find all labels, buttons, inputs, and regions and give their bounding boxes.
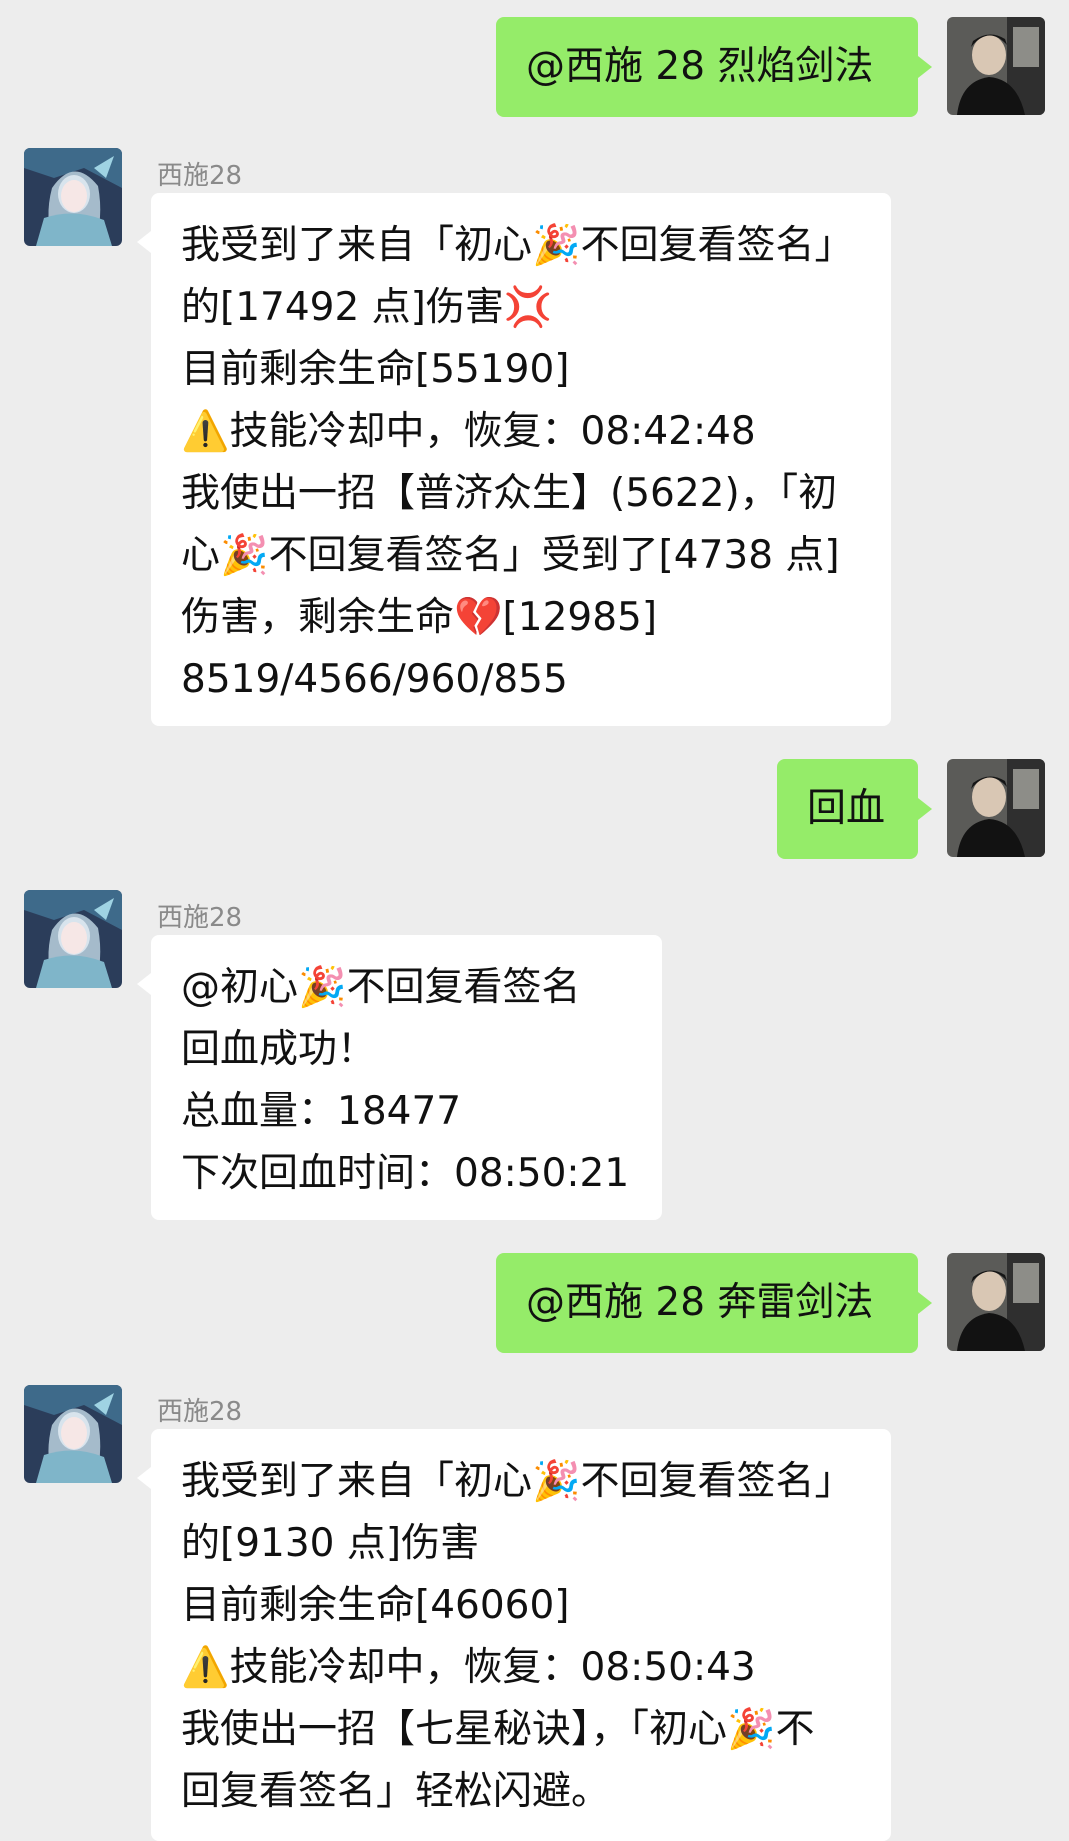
user-photo-avatar-icon	[947, 17, 1045, 115]
my-avatar[interactable]	[947, 1253, 1045, 1351]
their-message-bubble[interactable]: 我受到了来自「初心🎉不回复看签名」 的[17492 点]伤害💢 目前剩余生命[5…	[137, 193, 891, 726]
sender-name: 西施28	[157, 1397, 243, 1427]
my-message-bubble[interactable]: @西施 28 烈焰剑法	[496, 17, 932, 117]
message-line: 目前剩余生命[55190]	[181, 347, 570, 392]
my-message-bubble[interactable]: 回血	[777, 759, 932, 859]
message-line: 目前剩余生命[46060]	[181, 1583, 570, 1628]
my-message-bubble[interactable]: @西施 28 奔雷剑法	[496, 1253, 932, 1353]
their-avatar[interactable]	[24, 890, 122, 988]
message-line: 的[17492 点]伤害💢	[181, 285, 553, 330]
sender-name: 西施28	[157, 161, 243, 191]
their-avatar[interactable]	[24, 1385, 122, 1483]
message-line: 总血量：18477	[181, 1089, 462, 1134]
message-line: 我使出一招【普济众生】(5622)，「初	[181, 471, 838, 516]
their-avatar[interactable]	[24, 148, 122, 246]
message-line: 回血成功！	[181, 1027, 377, 1072]
message-text: @西施 28 奔雷剑法	[526, 1280, 874, 1325]
user-photo-avatar-icon	[947, 1253, 1045, 1351]
message-line: 伤害，剩余生命💔[12985]	[181, 595, 658, 640]
user-photo-avatar-icon	[947, 759, 1045, 857]
anime-avatar-icon	[24, 1385, 122, 1483]
my-avatar[interactable]	[947, 17, 1045, 115]
message-line: ⚠️技能冷却中，恢复：08:50:43	[181, 1645, 756, 1690]
message-text: @西施 28 烈焰剑法	[526, 44, 874, 89]
message-line: 8519/4566/960/855	[181, 657, 568, 702]
their-message-bubble[interactable]: 我受到了来自「初心🎉不回复看签名」 的[9130 点]伤害 目前剩余生命[460…	[137, 1429, 891, 1841]
message-line: @初心🎉不回复看签名	[181, 965, 581, 1010]
message-line: 我受到了来自「初心🎉不回复看签名」	[181, 223, 854, 268]
message-line: 回复看签名」轻松闪避。	[181, 1769, 611, 1814]
anime-avatar-icon	[24, 148, 122, 246]
sender-name: 西施28	[157, 903, 243, 933]
message-line: 的[9130 点]伤害	[181, 1521, 480, 1566]
message-line: 我受到了来自「初心🎉不回复看签名」	[181, 1459, 854, 1504]
my-avatar[interactable]	[947, 759, 1045, 857]
anime-avatar-icon	[24, 890, 122, 988]
their-message-bubble[interactable]: @初心🎉不回复看签名 回血成功！ 总血量：18477 下次回血时间：08:50:…	[137, 935, 662, 1220]
message-line: 我使出一招【七星秘诀】，「初心🎉不	[181, 1707, 815, 1752]
message-line: 下次回血时间：08:50:21	[181, 1151, 630, 1196]
message-line: ⚠️技能冷却中，恢复：08:42:48	[181, 409, 756, 454]
message-line: 心🎉不回复看签名」受到了[4738 点]	[181, 533, 840, 578]
message-text: 回血	[807, 786, 886, 831]
